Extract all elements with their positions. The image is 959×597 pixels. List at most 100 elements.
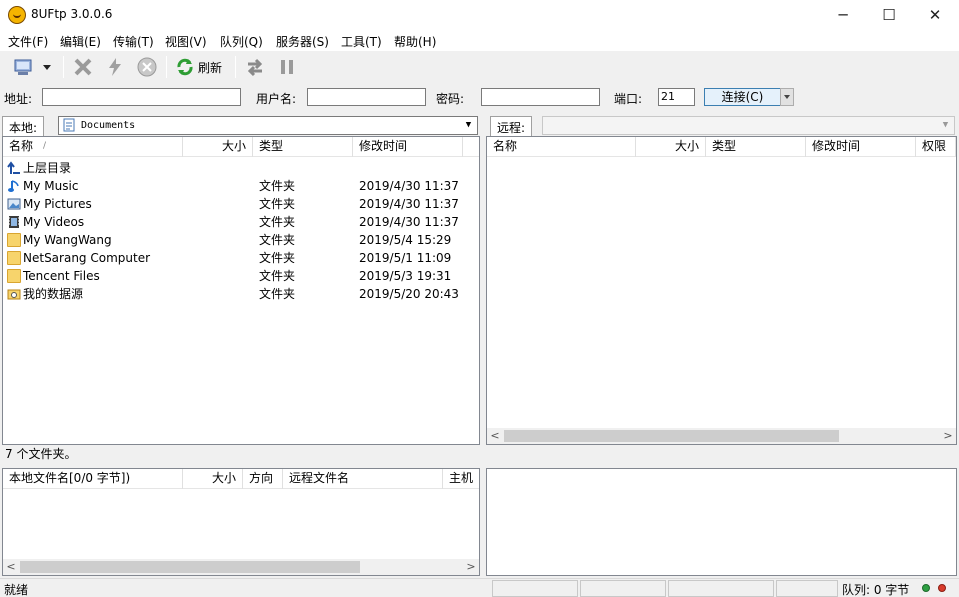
col-size[interactable]: 大小 [183,137,253,157]
remote-col-type[interactable]: 类型 [706,137,806,157]
port-input[interactable]: 21 [658,88,695,106]
menu-transfer[interactable]: 传输(T) [113,33,154,50]
close-button[interactable]: ✕ [912,0,958,30]
scroll-thumb[interactable] [504,430,839,442]
chevron-down-icon[interactable]: ▼ [938,118,953,133]
menu-help[interactable]: 帮助(H) [394,33,436,50]
remote-list-header: 名称 大小 类型 修改时间 权限 [487,137,956,157]
col-modified[interactable]: 修改时间 [353,137,463,157]
remote-col-permissions[interactable]: 权限 [916,137,956,157]
pause-icon[interactable] [276,56,298,78]
queue-col-size[interactable]: 大小 [183,469,243,489]
password-input[interactable] [481,88,600,106]
list-item[interactable]: My Music 文件夹 2019/4/30 11:37 [3,177,479,195]
remote-col-size[interactable]: 大小 [636,137,706,157]
list-item[interactable]: 我的数据源 文件夹 2019/5/20 20:43 [3,285,479,303]
list-item[interactable]: My WangWang 文件夹 2019/5/4 15:29 [3,231,479,249]
app-logo-icon [8,6,26,24]
site-manager-icon[interactable] [13,56,35,78]
queue-status-text: 队列: 0 字节 [842,583,910,597]
queue-list[interactable]: 本地文件名[0/0 字节]) 大小 方向 远程文件名 主机 < > [2,468,480,576]
list-item[interactable]: My Pictures 文件夹 2019/4/30 11:37 [3,195,479,213]
red-led-icon [938,584,946,592]
col-type[interactable]: 类型 [253,137,353,157]
local-status-text: 7 个文件夹。 [2,445,480,463]
datasource-folder-icon [7,289,21,300]
folder-icon [7,269,21,283]
menu-view[interactable]: 视图(V) [165,33,207,50]
menu-file[interactable]: 文件(F) [8,33,48,50]
toolbar-separator [166,56,167,78]
queue-col-direction[interactable]: 方向 [243,469,283,489]
local-path-combo[interactable]: Documents ▼ [58,116,478,135]
menu-server[interactable]: 服务器(S) [276,33,329,50]
document-icon [63,118,75,132]
sort-indicator-icon: / [43,141,47,151]
remote-col-modified[interactable]: 修改时间 [806,137,916,157]
status-panel [492,580,578,597]
remote-tab[interactable]: 远程: [490,116,533,136]
status-panel [580,580,666,597]
pictures-icon [7,198,21,210]
list-item[interactable]: NetSarang Computer 文件夹 2019/5/1 11:09 [3,249,479,267]
queue-col-local-file[interactable]: 本地文件名[0/0 字节]) [3,469,183,489]
local-path-text: Documents [81,120,136,131]
remote-file-list[interactable]: 名称 大小 类型 修改时间 权限 < > [486,136,957,445]
disconnect-icon[interactable] [72,56,94,78]
remote-horizontal-scrollbar[interactable]: < > [487,428,956,444]
maximize-button[interactable]: ☐ [866,0,912,30]
toolbar-separator [63,56,64,78]
scroll-left-icon[interactable]: < [3,559,19,575]
refresh-button[interactable]: 刷新 [175,56,227,78]
music-icon [8,180,19,192]
status-panel [776,580,838,597]
local-path-bar: 本地: Documents ▼ [2,114,480,136]
chevron-down-icon[interactable]: ▼ [461,118,476,133]
window-title: 8UFtp 3.0.0.6 [31,7,113,21]
scroll-thumb[interactable] [20,561,360,573]
remote-col-name[interactable]: 名称 [487,137,636,157]
transfer-icon[interactable] [244,56,266,78]
col-name[interactable]: 名称 / [3,137,183,157]
log-panel[interactable] [486,468,957,576]
refresh-label: 刷新 [198,61,223,75]
minimize-button[interactable]: ─ [820,0,866,30]
menu-queue[interactable]: 队列(Q) [220,33,263,50]
site-dropdown-icon[interactable] [40,56,54,78]
queue-col-host[interactable]: 主机 [443,469,479,489]
status-panel [668,580,774,597]
local-list-header: 名称 / 大小 类型 修改时间 [3,137,479,157]
title-bar: 8UFtp 3.0.0.6 ─ ☐ ✕ [0,0,959,31]
status-bar: 就绪 队列: 0 字节 [0,578,959,597]
menu-edit[interactable]: 编辑(E) [60,33,101,50]
list-item[interactable]: Tencent Files 文件夹 2019/5/3 19:31 [3,267,479,285]
stop-icon[interactable] [136,56,158,78]
quick-connect-icon[interactable] [104,56,126,78]
parent-dir-row[interactable]: 上层目录 [3,159,479,177]
connect-button[interactable]: 连接(C) [704,88,781,106]
local-tab[interactable]: 本地: [2,116,45,136]
connect-dropdown-icon[interactable] [780,88,794,106]
queue-horizontal-scrollbar[interactable]: < > [3,559,479,575]
password-label: 密码: [436,92,465,106]
status-ready-text: 就绪 [4,583,29,597]
remote-path-bar: 远程: ▼ [486,114,957,136]
port-label: 端口: [614,92,643,106]
queue-header: 本地文件名[0/0 字节]) 大小 方向 远程文件名 主机 [3,469,479,489]
up-arrow-icon [7,161,20,174]
scroll-right-icon[interactable]: > [940,428,956,444]
folder-icon [7,233,21,247]
parent-dir-label: 上层目录 [23,161,72,175]
local-file-list[interactable]: 名称 / 大小 类型 修改时间 上层目录 My Music 文件夹 2019/4/… [2,136,480,445]
scroll-right-icon[interactable]: > [463,559,479,575]
green-led-icon [922,584,930,592]
toolbar: 刷新 [0,52,959,82]
username-label: 用户名: [256,92,297,106]
remote-path-combo[interactable]: ▼ [542,116,955,135]
queue-col-remote-file[interactable]: 远程文件名 [283,469,443,489]
menu-tools[interactable]: 工具(T) [341,33,382,50]
list-item[interactable]: My Videos 文件夹 2019/4/30 11:37 [3,213,479,231]
scroll-left-icon[interactable]: < [487,428,503,444]
username-input[interactable] [307,88,426,106]
address-input[interactable] [42,88,241,106]
